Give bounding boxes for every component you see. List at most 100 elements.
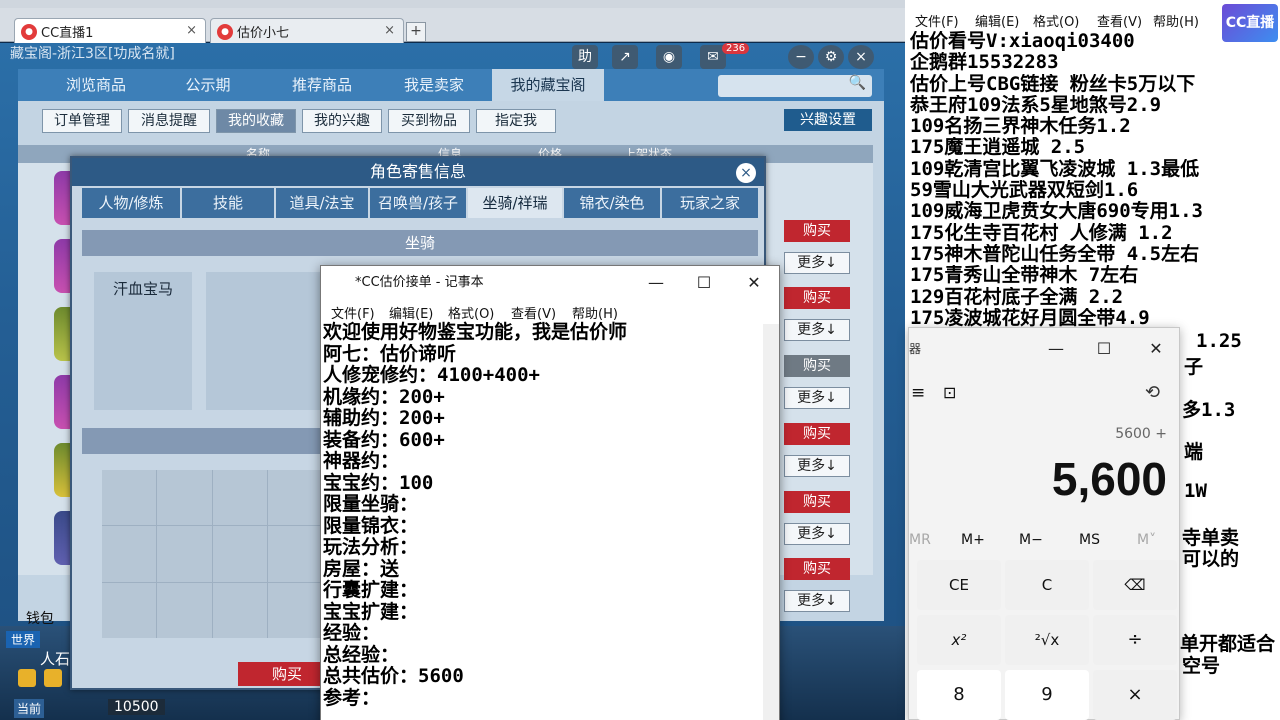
- nav-seller[interactable]: 我是卖家: [384, 69, 484, 101]
- limited-grid: [102, 470, 322, 638]
- grid-slot[interactable]: [157, 526, 212, 582]
- share-icon[interactable]: ↗: [612, 45, 638, 69]
- menu-icon[interactable]: ≡: [911, 383, 925, 403]
- interest-settings-button[interactable]: 兴趣设置: [784, 109, 872, 131]
- tab-close-icon[interactable]: ×: [186, 23, 197, 38]
- tab-items[interactable]: 道具/法宝: [276, 188, 368, 218]
- close-button[interactable]: ✕: [731, 266, 777, 300]
- menu-help[interactable]: 帮助(H): [572, 303, 618, 322]
- more-button[interactable]: 更多↓: [784, 590, 850, 612]
- memory-subtract-button[interactable]: M−: [1019, 532, 1043, 548]
- tab-home[interactable]: 玩家之家: [662, 188, 758, 218]
- key-8[interactable]: 8: [917, 670, 1001, 720]
- mount-name[interactable]: 汗血宝马: [94, 272, 192, 410]
- key-9[interactable]: 9: [1005, 670, 1089, 720]
- calc-maximize-button[interactable]: ☐: [1081, 336, 1127, 362]
- nav-recommended[interactable]: 推荐商品: [264, 69, 380, 101]
- notepad-scrollbar[interactable]: [763, 324, 779, 720]
- more-button[interactable]: 更多↓: [784, 252, 850, 274]
- subtab-favorites[interactable]: 我的收藏: [216, 109, 296, 133]
- current-channel-tag[interactable]: 当前: [14, 699, 45, 718]
- grid-slot[interactable]: [267, 582, 322, 638]
- subtab-bought[interactable]: 买到物品: [388, 109, 470, 133]
- menu-edit[interactable]: 编辑(E): [975, 11, 1019, 30]
- nav-browse[interactable]: 浏览商品: [38, 69, 154, 101]
- menu-file[interactable]: 文件(F): [915, 11, 959, 30]
- close-icon[interactable]: ×: [848, 45, 874, 69]
- buy-button[interactable]: 购买: [784, 220, 850, 242]
- record-icon[interactable]: ◉: [656, 45, 682, 69]
- memory-recall-button[interactable]: MR: [909, 532, 931, 548]
- clear-button[interactable]: C: [1005, 560, 1089, 610]
- tab-character[interactable]: 人物/修炼: [82, 188, 180, 218]
- menu-file[interactable]: 文件(F): [331, 303, 375, 322]
- nav-public[interactable]: 公示期: [158, 69, 258, 101]
- tab-skills[interactable]: 技能: [182, 188, 274, 218]
- minimize-icon[interactable]: −: [788, 45, 814, 69]
- new-tab-button[interactable]: +: [406, 22, 426, 42]
- backspace-button[interactable]: ⌫: [1093, 560, 1177, 610]
- search-input[interactable]: 🔍: [718, 75, 872, 97]
- tab-mounts[interactable]: 坐骑/祥瑞: [468, 188, 562, 218]
- menu-edit[interactable]: 编辑(E): [389, 303, 433, 322]
- menu-help[interactable]: 帮助(H): [1153, 11, 1199, 30]
- help-button[interactable]: 助: [572, 45, 598, 69]
- subtab-assigned[interactable]: 指定我: [476, 109, 556, 133]
- grid-slot[interactable]: [157, 470, 212, 526]
- minimize-button[interactable]: —: [633, 266, 679, 300]
- text-line: 神器约：: [323, 450, 400, 472]
- notepad-text-area[interactable]: 欢迎使用好物鉴宝功能，我是估价师 阿七：估价谛听 人修宠修约：4100+400+…: [323, 321, 763, 709]
- subtab-messages[interactable]: 消息提醒: [128, 109, 210, 133]
- more-button[interactable]: 更多↓: [784, 387, 850, 409]
- divide-button[interactable]: ÷: [1093, 615, 1177, 665]
- buy-button[interactable]: 购买: [784, 558, 850, 580]
- tab-cc-live[interactable]: ● CC直播1 ×: [14, 18, 206, 44]
- subtab-interests[interactable]: 我的兴趣: [302, 109, 382, 133]
- buy-button[interactable]: 购买: [784, 287, 850, 309]
- arrow-up-icon[interactable]: [44, 669, 62, 687]
- memory-store-button[interactable]: MS: [1079, 532, 1100, 548]
- calc-close-button[interactable]: ✕: [1133, 336, 1179, 362]
- memory-list-button[interactable]: M˅: [1137, 532, 1156, 548]
- grid-slot[interactable]: [212, 582, 267, 638]
- subtab-orders[interactable]: 订单管理: [42, 109, 122, 133]
- grid-slot[interactable]: [102, 470, 157, 526]
- grid-slot[interactable]: [212, 470, 267, 526]
- history-icon[interactable]: ⟲: [1145, 382, 1160, 403]
- maximize-button[interactable]: ☐: [681, 266, 727, 300]
- menu-format[interactable]: 格式(O): [1033, 11, 1079, 30]
- menu-view[interactable]: 查看(V): [1097, 11, 1142, 30]
- grid-slot[interactable]: [212, 526, 267, 582]
- right-notes-text[interactable]: 估价看号V:xiaoqi03400 企鹅群15532283 估价上号CBG链接 …: [910, 31, 1278, 329]
- buy-button[interactable]: 购买: [784, 423, 850, 445]
- tab-close-icon[interactable]: ×: [384, 23, 395, 38]
- grid-slot[interactable]: [102, 526, 157, 582]
- tab-appraisal[interactable]: ● 估价小七 ×: [210, 18, 404, 44]
- calc-minimize-button[interactable]: —: [1033, 336, 1079, 362]
- multiply-button[interactable]: ×: [1093, 670, 1177, 720]
- buy-button[interactable]: 购买: [784, 355, 850, 377]
- menu-format[interactable]: 格式(O): [448, 303, 494, 322]
- grid-slot[interactable]: [157, 582, 212, 638]
- square-button[interactable]: x²: [917, 615, 1001, 665]
- grid-slot[interactable]: [267, 526, 322, 582]
- nav-my-treasure[interactable]: 我的藏宝阁: [492, 69, 604, 101]
- gear-icon[interactable]: ⚙: [818, 45, 844, 69]
- grid-slot[interactable]: [267, 470, 322, 526]
- keep-on-top-icon[interactable]: ⊡: [943, 383, 956, 402]
- arrow-left-icon[interactable]: [18, 669, 36, 687]
- world-channel-tag[interactable]: 世界: [6, 631, 41, 648]
- tab-outfits[interactable]: 锦衣/染色: [564, 188, 660, 218]
- buy-button[interactable]: 购买: [784, 491, 850, 513]
- clear-entry-button[interactable]: CE: [917, 560, 1001, 610]
- note-fragment: 子: [1184, 356, 1204, 378]
- more-button[interactable]: 更多↓: [784, 523, 850, 545]
- more-button[interactable]: 更多↓: [784, 455, 850, 477]
- sqrt-button[interactable]: ²√x: [1005, 615, 1089, 665]
- grid-slot[interactable]: [102, 582, 157, 638]
- memory-add-button[interactable]: M+: [961, 532, 985, 548]
- close-icon[interactable]: ×: [736, 163, 756, 183]
- menu-view[interactable]: 查看(V): [511, 303, 556, 322]
- tab-pets[interactable]: 召唤兽/孩子: [370, 188, 466, 218]
- more-button[interactable]: 更多↓: [784, 319, 850, 341]
